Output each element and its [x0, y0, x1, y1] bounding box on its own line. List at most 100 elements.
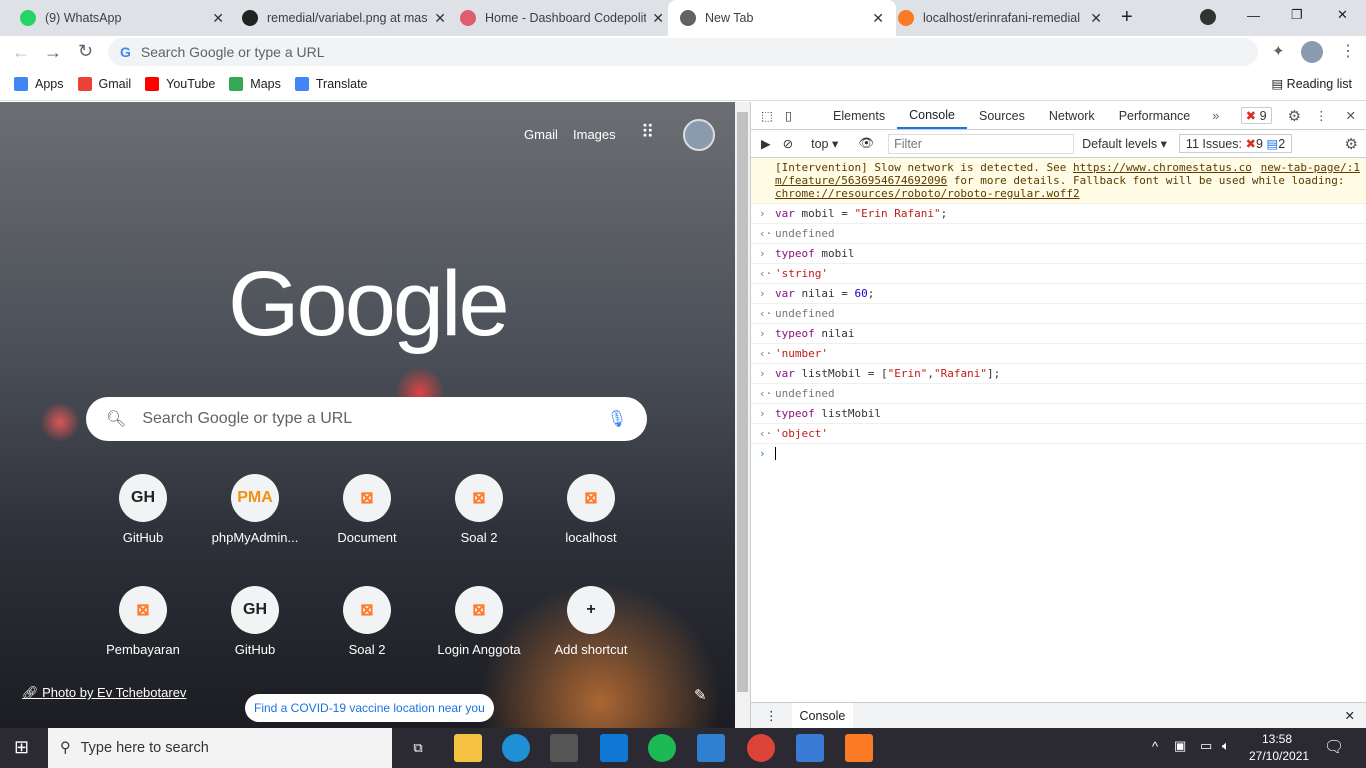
show-hidden-icons[interactable]: ^ [1152, 739, 1158, 754]
new-tab-button[interactable]: + [1121, 6, 1133, 29]
warning-source-link[interactable]: new-tab-page/:1 [1261, 161, 1360, 174]
page-scrollbar[interactable] [735, 102, 750, 728]
drawer-menu-icon[interactable]: ⋮ [765, 708, 778, 723]
shortcut-tile[interactable]: ⊠ localhost [535, 474, 647, 545]
back-icon[interactable]: ← [12, 42, 30, 63]
edge-icon[interactable] [502, 734, 530, 762]
close-drawer-icon[interactable]: ✕ [1345, 708, 1355, 723]
browser-tab[interactable]: New Tab ✕ [668, 0, 896, 36]
bookmark-gmail[interactable]: Gmail [77, 77, 131, 91]
warning-font-link[interactable]: chrome://resources/roboto/roboto-regular… [775, 187, 1080, 200]
xampp-taskbar-icon[interactable] [845, 734, 873, 762]
more-tabs-icon[interactable]: » [1212, 109, 1219, 123]
images-link[interactable]: Images [573, 127, 616, 142]
inspect-element-icon[interactable]: ⬚ [761, 108, 777, 123]
devtools-tab-elements[interactable]: Elements [821, 102, 897, 129]
browser-tab[interactable]: remedial/variabel.png at mast ✕ [230, 0, 458, 36]
menu-icon[interactable]: ⋮ [1340, 41, 1356, 61]
error-count: 9 [1259, 109, 1267, 123]
shortcut-tile[interactable]: GH GitHub [87, 474, 199, 545]
bookmark-apps[interactable]: Apps [14, 77, 64, 91]
restore-icon[interactable]: ❐ [1291, 7, 1303, 23]
devtools-tab-sources[interactable]: Sources [967, 102, 1037, 129]
scrollbar-thumb[interactable] [737, 112, 748, 692]
vscode-icon[interactable] [697, 734, 725, 762]
browser-tab[interactable]: Home - Dashboard Codepolit ✕ [448, 0, 676, 36]
close-tab-icon[interactable]: ✕ [434, 10, 446, 27]
shortcut-tile[interactable]: ⊠ Document [311, 474, 423, 545]
console-filter-input[interactable]: Filter [888, 133, 1075, 154]
reading-list-button[interactable]: ▤ Reading list [1271, 76, 1352, 91]
bookmark-youtube[interactable]: YouTube [145, 77, 215, 91]
close-tab-icon[interactable]: ✕ [1090, 10, 1102, 27]
console-output-line: ‹· undefined [751, 384, 1366, 404]
file-explorer-icon[interactable] [454, 734, 482, 762]
clock-date[interactable]: 27/10/2021 [1249, 749, 1309, 763]
shortcut-tile[interactable]: ⊠ Soal 2 [311, 586, 423, 657]
browser-tab[interactable]: (9) WhatsApp ✕ [8, 0, 236, 36]
forward-icon[interactable]: → [44, 42, 62, 63]
drawer-tab-console[interactable]: Console [791, 702, 854, 729]
shortcut-tile[interactable]: + Add shortcut [535, 586, 647, 657]
customize-menu-icon[interactable]: ⋮ [1315, 108, 1328, 123]
clock-time[interactable]: 13:58 [1262, 732, 1292, 746]
console-prompt[interactable]: › [751, 444, 1366, 466]
customize-pencil-icon[interactable]: ✎ [694, 686, 707, 704]
shortcut-tile[interactable]: ⊠ Login Anggota [423, 586, 535, 657]
gmail-link[interactable]: Gmail [524, 127, 558, 142]
console-output-line: ‹·'string' [751, 264, 1366, 284]
close-tab-icon[interactable]: ✕ [212, 10, 224, 27]
photos-icon[interactable] [796, 734, 824, 762]
close-devtools-icon[interactable]: ✕ [1346, 108, 1356, 123]
profile-avatar[interactable] [1301, 41, 1323, 63]
shortcut-tile[interactable]: GH GitHub [199, 586, 311, 657]
close-window-icon[interactable]: ✕ [1337, 7, 1348, 23]
extensions-icon[interactable]: ✦ [1272, 42, 1285, 60]
close-tab-icon[interactable]: ✕ [872, 10, 884, 27]
mail-icon[interactable] [600, 734, 628, 762]
sidebar-toggle-icon[interactable]: ▶ [761, 136, 771, 151]
spotify-icon[interactable] [648, 734, 676, 762]
battery-icon[interactable]: ▭ [1200, 738, 1212, 754]
devtools-tab-console[interactable]: Console [897, 102, 967, 129]
chrome-taskbar-icon[interactable] [747, 734, 775, 762]
console-settings-icon[interactable]: ⚙ [1345, 135, 1358, 153]
network-icon[interactable]: ▣ [1174, 738, 1186, 754]
shortcut-icon: ⊠ [343, 586, 391, 634]
task-view-icon[interactable]: ⧉ [404, 734, 432, 762]
live-expression-eye-icon[interactable]: 👁︎ [858, 136, 874, 151]
devtools-tab-network[interactable]: Network [1037, 102, 1107, 129]
volume-icon[interactable]: 🔈︎ [1222, 738, 1230, 754]
shortcut-tile[interactable]: ⊠ Soal 2 [423, 474, 535, 545]
browser-tab[interactable]: localhost/erinrafani-remedial ✕ [886, 0, 1114, 36]
close-tab-icon[interactable]: ✕ [652, 10, 664, 27]
tab-search-icon[interactable] [1200, 9, 1216, 25]
settings-gear-icon[interactable]: ⚙ [1288, 107, 1301, 125]
log-levels-select[interactable]: Default levels ▾ [1082, 136, 1167, 151]
device-toolbar-icon[interactable]: ▯ [785, 108, 801, 123]
context-select[interactable]: top ▾ [811, 136, 838, 151]
ntp-search-box[interactable]: 🔍︎ Search Google or type a URL 🎙︎ [86, 397, 647, 441]
covid-promo-link[interactable]: Find a COVID-19 vaccine location near yo… [245, 694, 494, 722]
tab-title: remedial/variabel.png at mast [267, 11, 429, 25]
apps-grid-icon[interactable]: ⠿ [641, 122, 654, 143]
error-count-badge[interactable]: ✖ 9 [1240, 107, 1272, 124]
reload-icon[interactable]: ↻ [78, 41, 93, 62]
console-token: nilai = [801, 287, 855, 300]
clear-console-icon[interactable]: ⊘ [783, 136, 793, 151]
shortcut-tile[interactable]: ⊠ Pembayaran [87, 586, 199, 657]
store-icon[interactable] [550, 734, 578, 762]
issues-button[interactable]: 11 Issues: ✖9 ▤2 [1178, 134, 1293, 153]
taskbar-search[interactable]: ⚲ Type here to search [48, 728, 392, 768]
microphone-icon[interactable]: 🎙︎ [607, 409, 627, 429]
photo-credit-link[interactable]: 🔗︎ Photo by Ev Tchebotarev [22, 685, 186, 701]
windows-start-icon[interactable]: ⊞ [14, 737, 29, 758]
omnibox[interactable]: G Search Google or type a URL [108, 38, 1258, 66]
bookmark-translate[interactable]: Translate [294, 77, 368, 91]
minimize-icon[interactable]: — [1247, 8, 1260, 23]
account-avatar[interactable] [683, 119, 715, 151]
devtools-tab-performance[interactable]: Performance [1107, 102, 1203, 129]
notifications-icon[interactable]: 🗨︎ [1324, 737, 1344, 757]
bookmark-maps[interactable]: Maps [229, 77, 281, 91]
shortcut-tile[interactable]: PMA phpMyAdmin... [199, 474, 311, 545]
